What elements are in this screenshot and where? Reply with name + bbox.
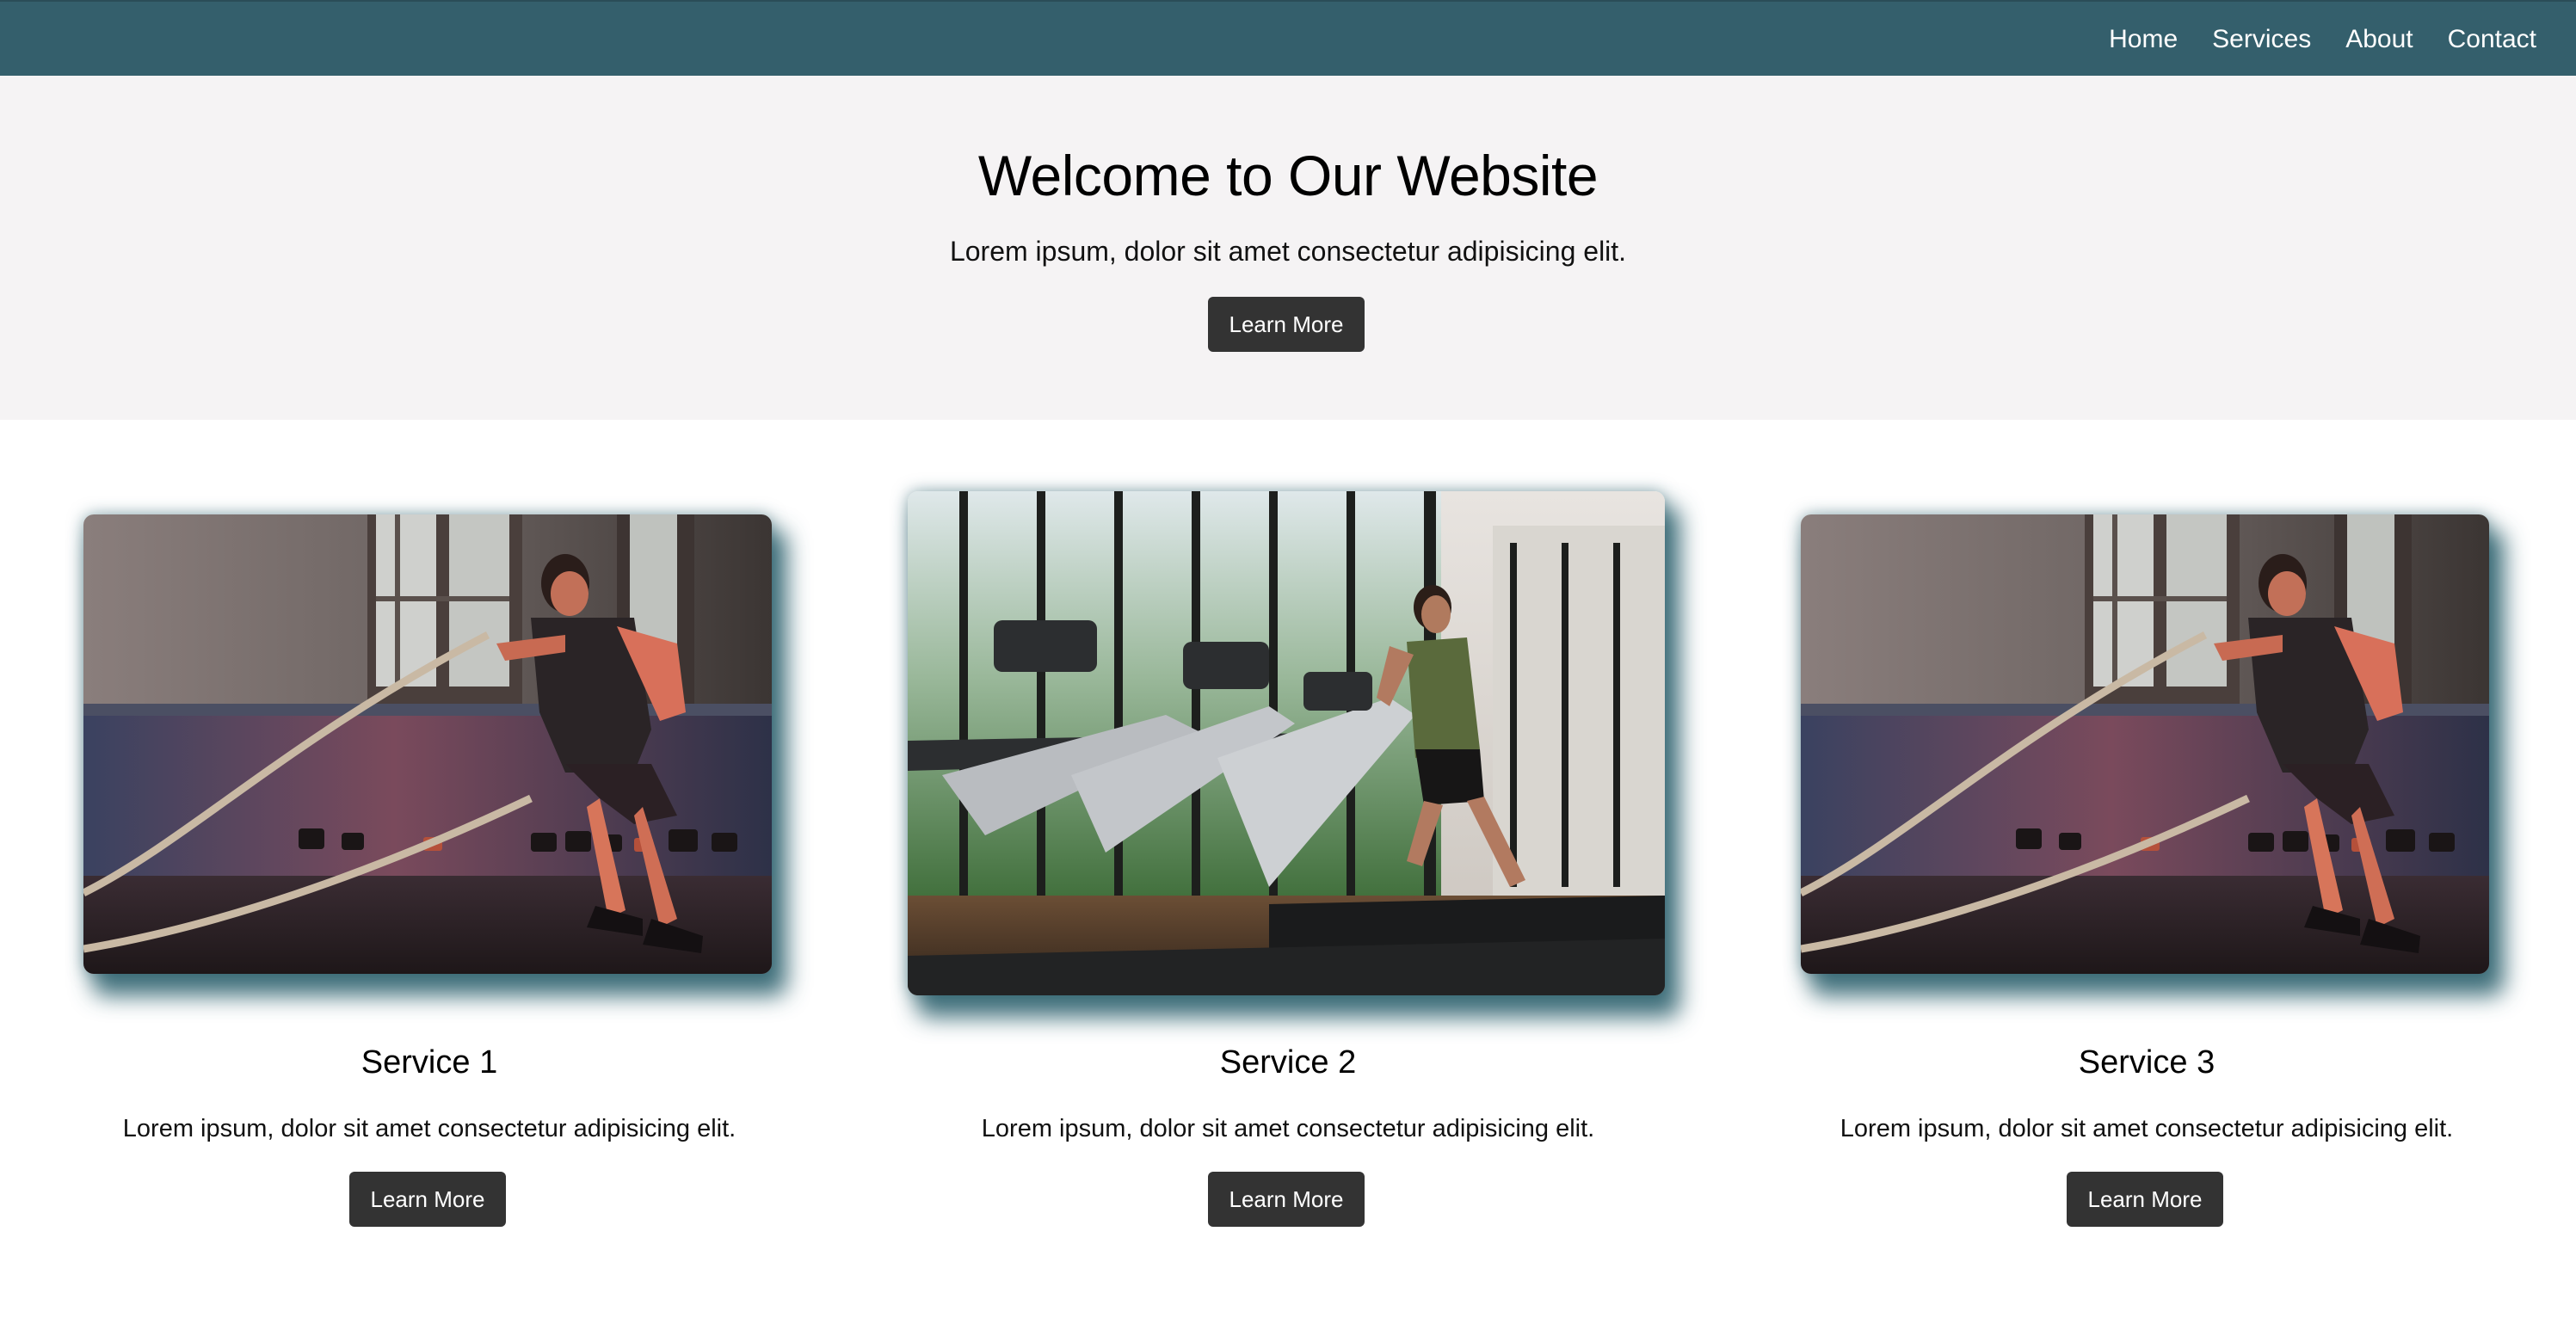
nav-links: Home Services About Contact bbox=[2109, 2, 2574, 77]
service-3-learn-more-button[interactable]: Learn More bbox=[2067, 1172, 2223, 1227]
service-2-image bbox=[908, 491, 1665, 995]
service-1-text: Lorem ipsum, dolor sit amet consectetur … bbox=[122, 1115, 736, 1142]
service-3-text: Lorem ipsum, dolor sit amet consectetur … bbox=[1840, 1115, 2454, 1142]
hero-learn-more-button[interactable]: Learn More bbox=[1208, 297, 1365, 352]
nav-link-about[interactable]: About bbox=[2345, 25, 2413, 54]
service-3-title: Service 3 bbox=[2078, 1044, 2215, 1081]
hero-subtitle: Lorem ipsum, dolor sit amet consectetur … bbox=[949, 236, 1627, 267]
nav-link-home[interactable]: Home bbox=[2109, 25, 2178, 54]
service-3-image bbox=[1801, 514, 2489, 974]
service-2-learn-more-button[interactable]: Learn More bbox=[1208, 1172, 1365, 1227]
service-card-2: Service 2 Lorem ipsum, dolor sit amet co… bbox=[859, 420, 1717, 1280]
service-1-image bbox=[83, 514, 772, 974]
top-navbar: Home Services About Contact bbox=[0, 0, 2576, 76]
service-2-title: Service 2 bbox=[1219, 1044, 1357, 1081]
nav-link-services[interactable]: Services bbox=[2212, 25, 2311, 54]
service-card-1: Service 1 Lorem ipsum, dolor sit amet co… bbox=[0, 420, 859, 1280]
nav-link-contact[interactable]: Contact bbox=[2448, 25, 2536, 54]
hero-title: Welcome to Our Website bbox=[977, 144, 1599, 207]
service-1-learn-more-button[interactable]: Learn More bbox=[349, 1172, 506, 1227]
service-2-text: Lorem ipsum, dolor sit amet consectetur … bbox=[981, 1115, 1595, 1142]
service-card-3: Service 3 Lorem ipsum, dolor sit amet co… bbox=[1717, 420, 2576, 1280]
service-1-title: Service 1 bbox=[361, 1044, 498, 1081]
hero-section: Welcome to Our Website Lorem ipsum, dolo… bbox=[0, 76, 2576, 420]
